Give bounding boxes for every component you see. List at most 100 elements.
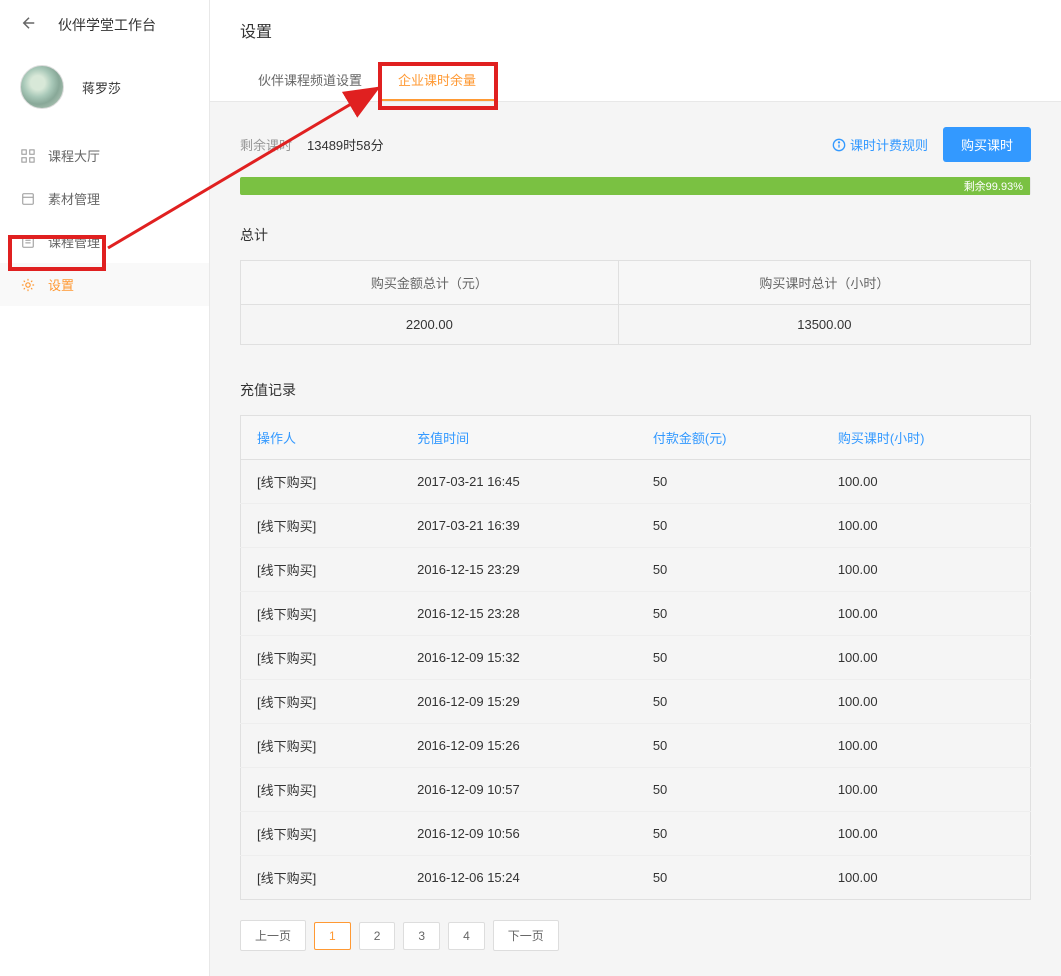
table-cell-hours: 100.00 <box>822 504 1031 548</box>
user-profile[interactable]: 蒋罗莎 <box>0 50 209 124</box>
table-cell-time: 2016-12-09 10:57 <box>401 768 637 812</box>
nav-item-course-manage[interactable]: 课程管理 <box>0 220 209 263</box>
nav-label: 课程大厅 <box>48 146 100 165</box>
page-title: 设置 <box>240 18 1031 42</box>
table-cell-operator: [线下购买] <box>241 724 402 768</box>
table-row: [线下购买]2017-03-21 16:4550100.00 <box>241 460 1031 504</box>
table-cell-operator: [线下购买] <box>241 856 402 900</box>
table-row: [线下购买]2016-12-15 23:2850100.00 <box>241 592 1031 636</box>
remaining-label: 剩余课时 <box>240 135 292 154</box>
table-cell-amount: 50 <box>637 460 822 504</box>
table-cell-amount: 50 <box>637 724 822 768</box>
tabs: 伙伴课程频道设置 企业课时余量 <box>240 60 1031 101</box>
table-cell-hours: 100.00 <box>822 636 1031 680</box>
info-icon <box>832 138 846 152</box>
table-row: [线下购买]2016-12-09 10:5750100.00 <box>241 768 1031 812</box>
table-cell-operator: [线下购买] <box>241 812 402 856</box>
nav-item-settings[interactable]: 设置 <box>0 263 209 306</box>
page-4-button[interactable]: 4 <box>448 922 485 950</box>
records-header-hours: 购买课时(小时) <box>822 416 1031 460</box>
pagination: 上一页 1 2 3 4 下一页 <box>240 920 1031 951</box>
progress-bar: 剩余99.93% <box>240 177 1031 195</box>
table-cell-operator: [线下购买] <box>241 680 402 724</box>
table-row: [线下购买]2016-12-06 15:2450100.00 <box>241 856 1031 900</box>
table-cell-hours: 100.00 <box>822 548 1031 592</box>
avatar <box>20 65 64 109</box>
table-cell-amount: 50 <box>637 636 822 680</box>
totals-header-hours: 购买课时总计（小时） <box>618 261 1030 305</box>
table-row: [线下购买]2017-03-21 16:3950100.00 <box>241 504 1031 548</box>
table-cell-amount: 50 <box>637 592 822 636</box>
table-cell-time: 2017-03-21 16:45 <box>401 460 637 504</box>
table-cell-amount: 50 <box>637 768 822 812</box>
table-cell-operator: [线下购买] <box>241 636 402 680</box>
workspace-title: 伙伴学堂工作台 <box>58 15 156 35</box>
table-cell-time: 2016-12-06 15:24 <box>401 856 637 900</box>
grid-icon <box>20 148 36 164</box>
records-title: 充值记录 <box>240 380 1031 400</box>
prev-page-button[interactable]: 上一页 <box>240 920 306 951</box>
page-3-button[interactable]: 3 <box>403 922 440 950</box>
table-cell-time: 2016-12-09 15:26 <box>401 724 637 768</box>
table-cell-operator: [线下购买] <box>241 548 402 592</box>
records-header-amount: 付款金额(元) <box>637 416 822 460</box>
table-row: [线下购买]2016-12-09 10:5650100.00 <box>241 812 1031 856</box>
nav-label: 素材管理 <box>48 189 100 208</box>
nav-label: 设置 <box>48 275 74 294</box>
table-row: [线下购买]2016-12-15 23:2950100.00 <box>241 548 1031 592</box>
table-cell-time: 2016-12-09 15:29 <box>401 680 637 724</box>
table-cell-time: 2016-12-09 15:32 <box>401 636 637 680</box>
table-cell-hours: 100.00 <box>822 460 1031 504</box>
records-table: 操作人 充值时间 付款金额(元) 购买课时(小时) [线下购买]2017-03-… <box>240 415 1031 900</box>
table-cell-time: 2016-12-15 23:29 <box>401 548 637 592</box>
totals-value-amount: 2200.00 <box>241 305 619 345</box>
totals-title: 总计 <box>240 225 1031 245</box>
table-cell-operator: [线下购买] <box>241 460 402 504</box>
progress-text: 剩余99.93% <box>964 178 1023 194</box>
folder-icon <box>20 191 36 207</box>
tab-channel-settings[interactable]: 伙伴课程频道设置 <box>240 60 380 101</box>
table-cell-hours: 100.00 <box>822 812 1031 856</box>
table-row: [线下购买]2016-12-09 15:3250100.00 <box>241 636 1031 680</box>
table-cell-amount: 50 <box>637 504 822 548</box>
progress-fill <box>240 177 1030 195</box>
next-page-button[interactable]: 下一页 <box>493 920 559 951</box>
totals-header-amount: 购买金额总计（元） <box>241 261 619 305</box>
list-icon <box>20 234 36 250</box>
table-cell-hours: 100.00 <box>822 680 1031 724</box>
buy-button[interactable]: 购买课时 <box>943 127 1031 162</box>
table-cell-amount: 50 <box>637 812 822 856</box>
table-cell-operator: [线下购买] <box>241 592 402 636</box>
table-row: [线下购买]2016-12-09 15:2650100.00 <box>241 724 1031 768</box>
table-cell-time: 2016-12-09 10:56 <box>401 812 637 856</box>
page-1-button[interactable]: 1 <box>314 922 351 950</box>
tab-class-balance[interactable]: 企业课时余量 <box>380 60 494 101</box>
nav-menu: 课程大厅 素材管理 课程管理 设置 <box>0 134 209 306</box>
gear-icon <box>20 277 36 293</box>
sidebar: 伙伴学堂工作台 蒋罗莎 课程大厅 素材管理 <box>0 0 210 976</box>
back-arrow-icon[interactable] <box>20 14 38 37</box>
records-header-time: 充值时间 <box>401 416 637 460</box>
table-cell-amount: 50 <box>637 856 822 900</box>
totals-value-hours: 13500.00 <box>618 305 1030 345</box>
table-cell-amount: 50 <box>637 680 822 724</box>
table-cell-hours: 100.00 <box>822 768 1031 812</box>
totals-table: 购买金额总计（元） 购买课时总计（小时） 2200.00 13500.00 <box>240 260 1031 345</box>
table-cell-hours: 100.00 <box>822 592 1031 636</box>
table-cell-hours: 100.00 <box>822 856 1031 900</box>
main-content: 设置 伙伴课程频道设置 企业课时余量 剩余课时 13489时58分 课时计费规则… <box>210 0 1061 976</box>
page-2-button[interactable]: 2 <box>359 922 396 950</box>
table-cell-operator: [线下购买] <box>241 504 402 548</box>
billing-rules-link[interactable]: 课时计费规则 <box>832 135 928 154</box>
table-cell-hours: 100.00 <box>822 724 1031 768</box>
table-cell-time: 2017-03-21 16:39 <box>401 504 637 548</box>
table-cell-operator: [线下购买] <box>241 768 402 812</box>
nav-item-material[interactable]: 素材管理 <box>0 177 209 220</box>
table-cell-amount: 50 <box>637 548 822 592</box>
nav-label: 课程管理 <box>48 232 100 251</box>
nav-item-course-hall[interactable]: 课程大厅 <box>0 134 209 177</box>
table-row: [线下购买]2016-12-09 15:2950100.00 <box>241 680 1031 724</box>
username: 蒋罗莎 <box>82 78 121 97</box>
records-header-operator: 操作人 <box>241 416 402 460</box>
remaining-value: 13489时58分 <box>307 135 832 154</box>
